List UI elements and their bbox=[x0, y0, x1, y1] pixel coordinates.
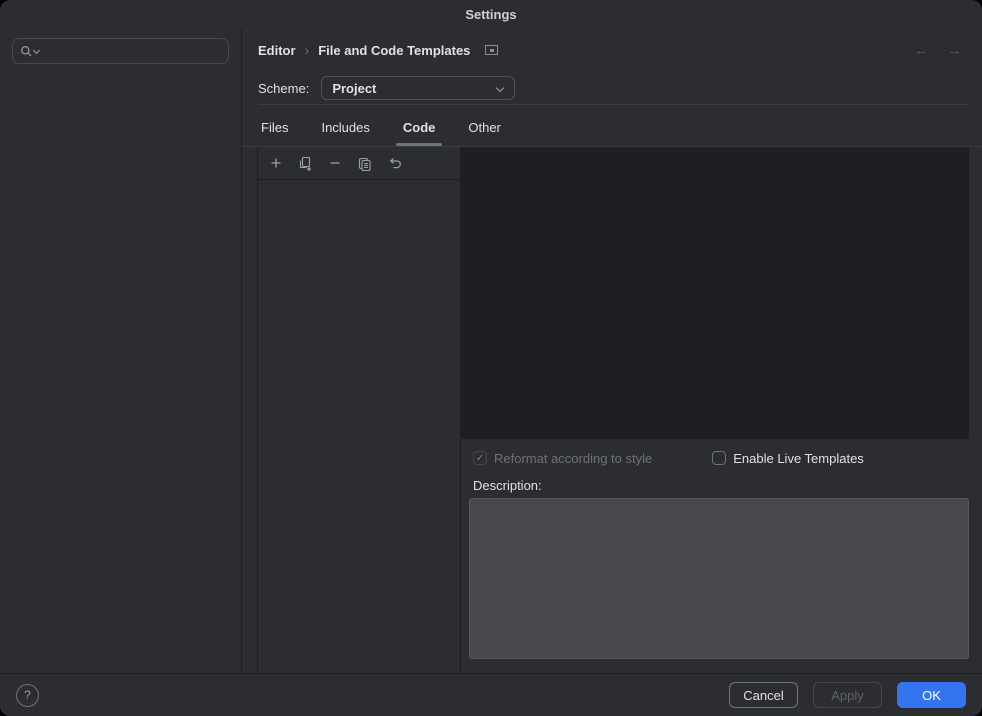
enable-live-templates-label: Enable Live Templates bbox=[733, 451, 864, 466]
reformat-checkbox: ✓ bbox=[473, 451, 487, 465]
tab-files[interactable]: Files bbox=[258, 120, 291, 146]
window-title: Settings bbox=[465, 7, 516, 22]
editor-column: ✓ Reformat according to style Enable Liv… bbox=[461, 147, 982, 673]
forward-arrow-icon[interactable]: → bbox=[947, 42, 962, 59]
tab-includes[interactable]: Includes bbox=[318, 120, 372, 146]
footer-bar: ? Cancel Apply OK bbox=[0, 673, 982, 716]
create-child-template-icon[interactable] bbox=[298, 156, 313, 171]
reformat-checkbox-label: Reformat according to style bbox=[494, 451, 652, 466]
breadcrumb-editor[interactable]: Editor bbox=[258, 43, 296, 58]
scheme-value: Project bbox=[332, 81, 376, 96]
minimize-window-icon bbox=[30, 8, 42, 20]
tab-other[interactable]: Other bbox=[465, 120, 504, 146]
description-panel[interactable] bbox=[469, 498, 969, 659]
work-area: ✓ Reformat according to style Enable Liv… bbox=[242, 147, 982, 673]
breadcrumb-page-title: File and Code Templates bbox=[318, 43, 470, 58]
scheme-dropdown[interactable]: Project bbox=[321, 76, 515, 100]
sidebar-nav bbox=[0, 70, 241, 673]
scheme-row: Scheme: Project bbox=[242, 72, 982, 104]
tab-code[interactable]: Code bbox=[400, 120, 439, 146]
cancel-button[interactable]: Cancel bbox=[729, 682, 798, 708]
screen-options-icon[interactable] bbox=[485, 45, 498, 55]
template-code-editor[interactable] bbox=[461, 147, 969, 439]
apply-button: Apply bbox=[813, 682, 882, 708]
settings-content: Editor › File and Code Templates ← → Sch… bbox=[242, 28, 982, 673]
template-tabs: Files Includes Code Other bbox=[242, 105, 982, 147]
header-row: Editor › File and Code Templates ← → bbox=[242, 28, 982, 72]
back-arrow-icon[interactable]: ← bbox=[914, 42, 929, 59]
help-icon[interactable]: ? bbox=[16, 684, 39, 707]
search-filter-chevron-icon[interactable] bbox=[34, 48, 40, 54]
template-options: ✓ Reformat according to style Enable Liv… bbox=[461, 439, 969, 471]
settings-sidebar bbox=[0, 28, 242, 673]
copy-template-icon[interactable] bbox=[357, 156, 372, 171]
template-list-panel bbox=[257, 147, 461, 673]
enable-live-templates-checkbox[interactable] bbox=[712, 451, 726, 465]
chevron-down-icon bbox=[496, 84, 504, 92]
history-nav: ← → bbox=[914, 42, 966, 59]
scheme-label: Scheme: bbox=[258, 81, 309, 96]
title-bar: Settings bbox=[0, 0, 982, 28]
reset-to-default-icon[interactable] bbox=[387, 156, 402, 171]
remove-template-icon[interactable] bbox=[328, 156, 342, 170]
template-list bbox=[258, 180, 460, 673]
breadcrumb: Editor › File and Code Templates bbox=[258, 42, 498, 58]
breadcrumb-separator: › bbox=[305, 42, 310, 58]
close-window-icon[interactable] bbox=[10, 8, 22, 20]
traffic-lights bbox=[10, 8, 62, 20]
zoom-window-icon[interactable] bbox=[50, 8, 62, 20]
add-template-icon[interactable] bbox=[269, 156, 283, 170]
template-list-toolbar bbox=[258, 147, 460, 180]
search-icon bbox=[20, 45, 33, 58]
description-label: Description: bbox=[473, 478, 542, 493]
settings-window: Settings Editor › File and Code Template… bbox=[0, 0, 982, 716]
ok-button[interactable]: OK bbox=[897, 682, 966, 708]
search-box[interactable] bbox=[12, 38, 229, 64]
search-input[interactable] bbox=[41, 43, 221, 60]
